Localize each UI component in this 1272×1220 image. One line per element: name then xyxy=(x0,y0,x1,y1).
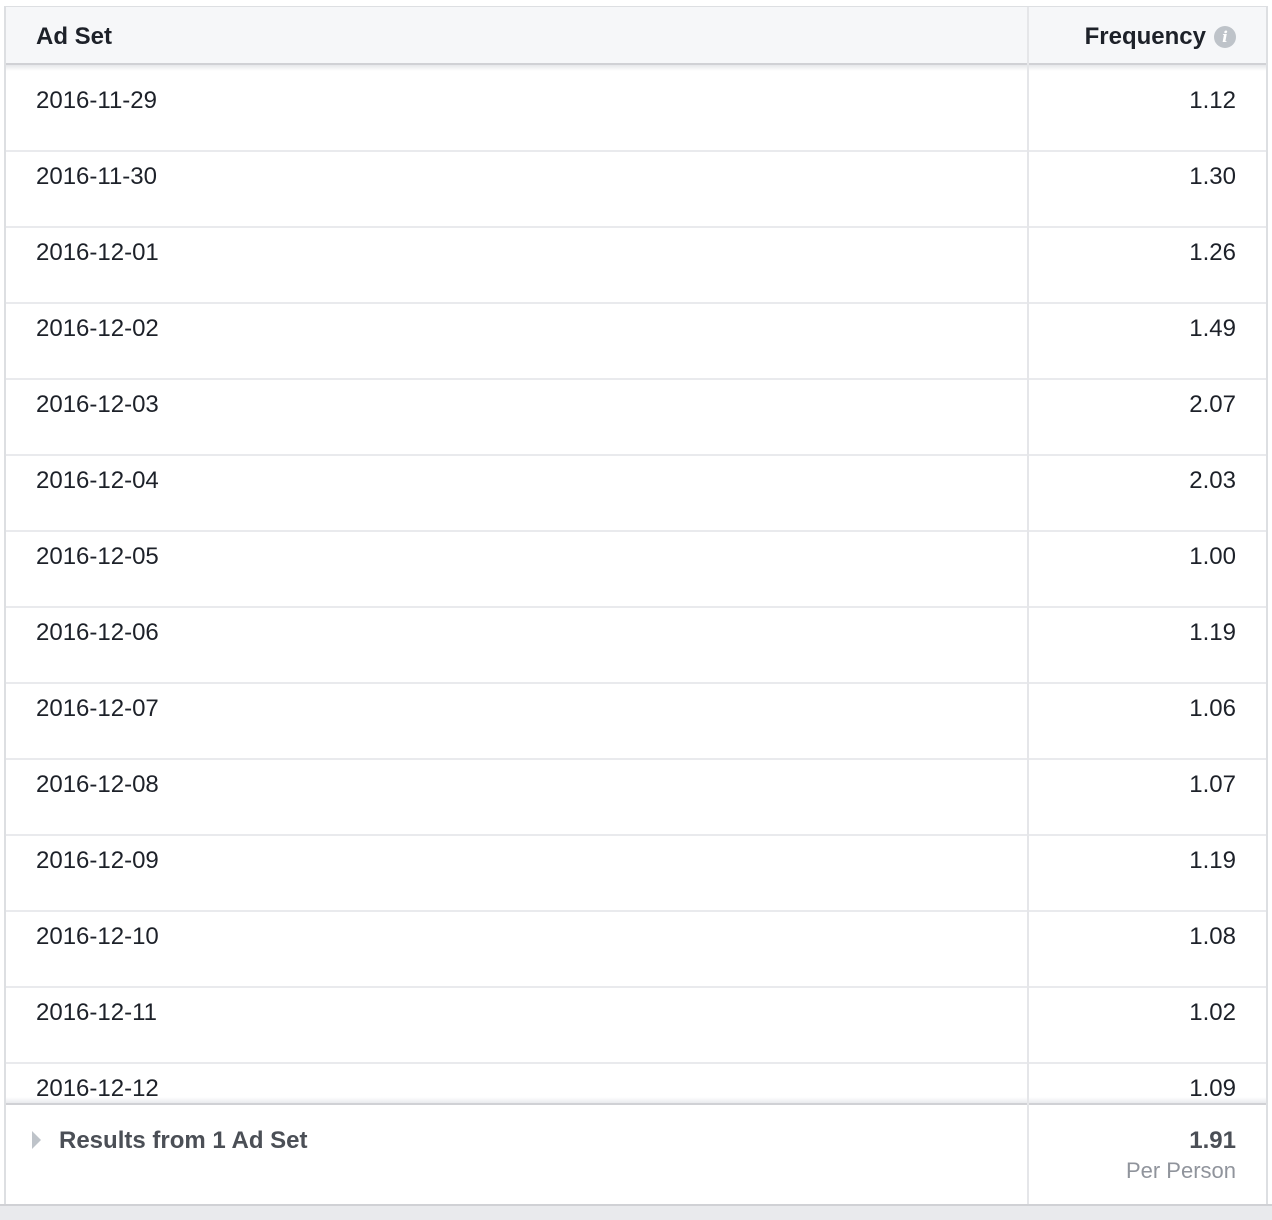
frequency-cell: 1.07 xyxy=(1189,771,1236,798)
frequency-cell: 1.26 xyxy=(1189,239,1236,266)
frequency-cell: 1.49 xyxy=(1189,315,1236,342)
table-row[interactable]: 2016-11-30 1.30 xyxy=(6,152,1266,228)
frequency-cell: 1.00 xyxy=(1189,543,1236,570)
table-row[interactable]: 2016-12-08 1.07 xyxy=(6,760,1266,836)
ad-set-cell: 2016-12-05 xyxy=(36,543,159,570)
ad-set-cell: 2016-12-10 xyxy=(36,923,159,950)
ad-set-cell: 2016-12-04 xyxy=(36,467,159,494)
results-table: Ad Set Frequency i 2016-11-29 1.12 2016-11… xyxy=(4,6,1268,1204)
frequency-cell: 1.19 xyxy=(1189,619,1236,646)
table-row[interactable]: 2016-11-29 1.12 xyxy=(6,66,1266,152)
ad-set-cell: 2016-11-29 xyxy=(36,87,157,114)
ad-set-cell: 2016-12-01 xyxy=(36,239,159,266)
table-header: Ad Set Frequency i xyxy=(6,7,1266,71)
table-row[interactable]: 2016-12-11 1.02 xyxy=(6,988,1266,1064)
frequency-cell: 1.08 xyxy=(1189,923,1236,950)
ad-set-cell: 2016-12-07 xyxy=(36,695,159,722)
ad-set-cell: 2016-11-30 xyxy=(36,163,157,190)
table-row[interactable]: 2016-12-07 1.06 xyxy=(6,684,1266,760)
table-row[interactable]: 2016-12-02 1.49 xyxy=(6,304,1266,380)
frequency-cell: 1.06 xyxy=(1189,695,1236,722)
total-frequency-unit: Per Person xyxy=(1125,1158,1236,1183)
frequency-cell: 1.12 xyxy=(1189,87,1236,114)
table-row[interactable]: 2016-12-04 2.03 xyxy=(6,456,1266,532)
ad-set-cell: 2016-12-09 xyxy=(36,847,159,874)
column-header-ad-set[interactable]: Ad Set xyxy=(36,23,112,51)
table-row[interactable]: 2016-12-09 1.19 xyxy=(6,836,1266,912)
horizontal-scrollbar[interactable] xyxy=(0,1204,1272,1220)
expand-caret-icon[interactable] xyxy=(32,1131,41,1149)
ad-set-cell: 2016-12-06 xyxy=(36,619,159,646)
table-row[interactable]: 2016-12-06 1.19 xyxy=(6,608,1266,684)
table-footer: Results from 1 Ad Set 1.91 Per Person xyxy=(6,1097,1266,1204)
frequency-cell: 1.02 xyxy=(1189,999,1236,1026)
ad-set-cell: 2016-12-03 xyxy=(36,391,159,418)
column-header-frequency[interactable]: Frequency i xyxy=(1085,23,1236,51)
frequency-cell: 2.07 xyxy=(1189,391,1236,418)
table-row[interactable]: 2016-12-05 1.00 xyxy=(6,532,1266,608)
frequency-cell: 1.19 xyxy=(1189,847,1236,874)
table-body[interactable]: 2016-11-29 1.12 2016-11-30 1.30 2016-12-01 1.… xyxy=(6,66,1266,1103)
table-row[interactable]: 2016-12-03 2.07 xyxy=(6,380,1266,456)
results-summary-label[interactable]: Results from 1 Ad Set xyxy=(59,1127,308,1155)
frequency-cell: 2.03 xyxy=(1189,467,1236,494)
ad-set-cell: 2016-12-08 xyxy=(36,771,159,798)
column-divider xyxy=(1027,7,1029,1204)
ad-set-cell: 2016-12-11 xyxy=(36,999,157,1026)
table-row[interactable]: 2016-12-01 1.26 xyxy=(6,228,1266,304)
ad-set-cell: 2016-12-02 xyxy=(36,315,159,342)
info-icon[interactable]: i xyxy=(1214,26,1236,48)
table-row[interactable]: 2016-12-10 1.08 xyxy=(6,912,1266,988)
total-frequency: 1.91 xyxy=(1189,1127,1236,1154)
column-header-frequency-label: Frequency xyxy=(1084,23,1206,50)
frequency-cell: 1.30 xyxy=(1189,163,1236,190)
